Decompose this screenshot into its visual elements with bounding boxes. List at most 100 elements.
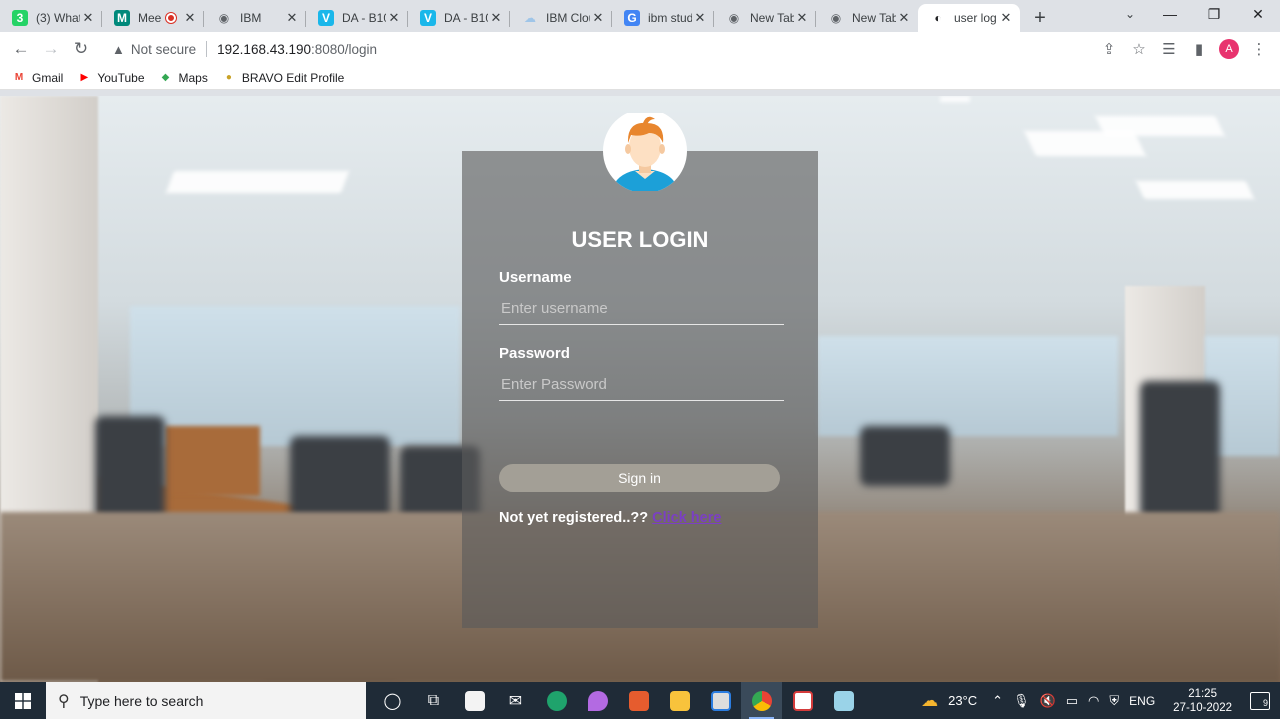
tab-title: DA - B10: [444, 11, 488, 25]
minimize-icon[interactable]: —: [1148, 0, 1192, 28]
media-queue-icon[interactable]: ☰: [1154, 34, 1184, 64]
profile-avatar[interactable]: A: [1219, 39, 1239, 59]
recording-icon: [166, 13, 176, 23]
chrome-icon: ◉: [728, 11, 740, 25]
close-tab-icon[interactable]: ✕: [692, 10, 708, 26]
notifications-icon[interactable]: 9: [1250, 691, 1270, 710]
vimeo-icon: V: [420, 10, 436, 26]
close-tab-icon[interactable]: ✕: [488, 10, 504, 26]
warning-icon[interactable]: ▲: [112, 42, 125, 57]
bookmark-item[interactable]: M Gmail: [12, 70, 64, 85]
security-tray-icon[interactable]: ⛨: [1109, 693, 1119, 709]
snipping-tool-icon[interactable]: [782, 682, 823, 719]
browser-tab[interactable]: M Mee ✕: [102, 4, 204, 32]
volume-muted-icon[interactable]: 🔇: [1040, 693, 1056, 709]
address-divider: [206, 41, 208, 57]
taskbar-apps: ◯ ⧉ ✉: [372, 682, 864, 719]
chrome-taskbar-icon[interactable]: [741, 682, 782, 719]
maps-icon: ◆: [161, 72, 170, 83]
browser-tab[interactable]: ◐ user log ✕: [918, 4, 1020, 32]
signin-button[interactable]: Sign in: [499, 464, 780, 492]
gmail-icon: M: [14, 72, 24, 83]
bookmark-label: BRAVO Edit Profile: [241, 70, 345, 85]
bookmark-label: Maps: [178, 70, 208, 85]
close-tab-icon[interactable]: ✕: [386, 10, 402, 26]
tab-title: user log: [954, 11, 997, 25]
register-link[interactable]: Click here: [652, 510, 721, 526]
cortana-icon[interactable]: ◯: [372, 682, 413, 719]
reload-icon[interactable]: ↻: [66, 34, 96, 64]
user-avatar-icon: [603, 113, 687, 191]
browser-tab[interactable]: ◉ IBM ✕: [204, 4, 306, 32]
file-explorer-icon[interactable]: [659, 682, 700, 719]
close-tab-icon[interactable]: ✕: [896, 10, 912, 26]
tab-title: (3) What: [36, 11, 80, 25]
battery-icon[interactable]: ▭: [1066, 693, 1078, 709]
clock[interactable]: 21:25 27-10-2022: [1168, 687, 1237, 715]
restore-icon[interactable]: ❐: [1192, 0, 1236, 28]
bookmark-item[interactable]: ▶ YouTube: [77, 71, 144, 85]
close-tab-icon[interactable]: ✕: [80, 10, 96, 26]
security-label[interactable]: Not secure: [131, 42, 196, 57]
weather-temp[interactable]: 23°C: [948, 693, 977, 708]
bookmark-item[interactable]: ◆ Maps: [159, 71, 208, 85]
browser-tab[interactable]: V DA - B10 ✕: [306, 4, 408, 32]
bookmark-star-icon[interactable]: ☆: [1124, 34, 1154, 64]
wifi-icon[interactable]: ◠: [1088, 693, 1099, 709]
close-tab-icon[interactable]: ✕: [998, 10, 1014, 26]
url-host: 192.168.43.190: [217, 41, 311, 57]
close-tab-icon[interactable]: ✕: [590, 10, 606, 26]
browser-tab[interactable]: 3 (3) What ✕: [0, 4, 102, 32]
bravo-icon: ●: [225, 72, 232, 83]
taskbar: ⚲ Type here to search ◯ ⧉ ✉ ☁ 23°C ⌃ 🎙 🔇 …: [0, 682, 1280, 719]
close-tab-icon[interactable]: ✕: [794, 10, 810, 26]
close-window-icon[interactable]: ✕: [1236, 0, 1280, 28]
register-prompt: Not yet registered..?? Click here: [499, 510, 721, 526]
side-panel-icon[interactable]: ▮: [1184, 34, 1214, 64]
bookmark-label: YouTube: [97, 70, 145, 85]
windows-start-icon[interactable]: [0, 682, 46, 719]
task-view-icon[interactable]: ⧉: [413, 682, 454, 719]
bookmark-item[interactable]: ● BRAVO Edit Profile: [222, 70, 345, 85]
tab-title: IBM: [240, 11, 262, 25]
username-input[interactable]: [499, 293, 784, 325]
tray-overflow-icon[interactable]: ⌃: [992, 693, 1003, 709]
weather-icon[interactable]: ☁: [921, 691, 938, 711]
browser-tab[interactable]: ◉ New Tab ✕: [714, 4, 816, 32]
browser-tab[interactable]: Gibm stud ✕: [612, 4, 714, 32]
new-tab-icon[interactable]: +: [1026, 4, 1054, 32]
register-text: Not yet registered..??: [499, 510, 649, 526]
browser-tab[interactable]: ◉ New Tab ✕: [816, 4, 918, 32]
username-label: Username: [499, 269, 572, 286]
edge-icon[interactable]: [536, 682, 577, 719]
url-text[interactable]: 192.168.43.190:8080/login: [217, 42, 377, 57]
browser-tab[interactable]: ☁ IBM Clou✕: [510, 4, 612, 32]
share-icon[interactable]: ⇪: [1094, 34, 1124, 64]
language-indicator[interactable]: ENG: [1129, 694, 1155, 708]
google-meet-icon: M: [114, 10, 130, 26]
tab-title: IBM Clou: [546, 11, 590, 25]
taskbar-search-placeholder: Type here to search: [79, 692, 204, 709]
tab-title: New Tab: [852, 11, 896, 25]
taskbar-search[interactable]: ⚲ Type here to search: [46, 682, 366, 719]
tab-search-icon[interactable]: ⌄: [1120, 4, 1140, 24]
back-icon[interactable]: ←: [6, 34, 36, 64]
address-bar[interactable]: ▲ Not secure 192.168.43.190:8080/login: [104, 35, 1154, 63]
close-tab-icon[interactable]: ✕: [284, 10, 300, 26]
close-tab-icon[interactable]: ✕: [182, 10, 198, 26]
password-input[interactable]: [499, 369, 784, 401]
tab-title: New Tab: [750, 11, 794, 25]
forward-icon[interactable]: →: [36, 34, 66, 64]
youtube-icon: ▶: [80, 72, 89, 83]
menu-icon[interactable]: ⋮: [1244, 34, 1274, 64]
microphone-icon[interactable]: 🎙: [1013, 693, 1030, 709]
mail-icon[interactable]: ✉: [495, 682, 536, 719]
window-app-icon[interactable]: [700, 682, 741, 719]
maps-app-icon[interactable]: [577, 682, 618, 719]
password-label: Password: [499, 345, 570, 362]
bookmark-label: Gmail: [32, 70, 64, 85]
notepad-icon[interactable]: [823, 682, 864, 719]
store-icon[interactable]: [454, 682, 495, 719]
office-icon[interactable]: [618, 682, 659, 719]
browser-tab[interactable]: V DA - B10 ✕: [408, 4, 510, 32]
